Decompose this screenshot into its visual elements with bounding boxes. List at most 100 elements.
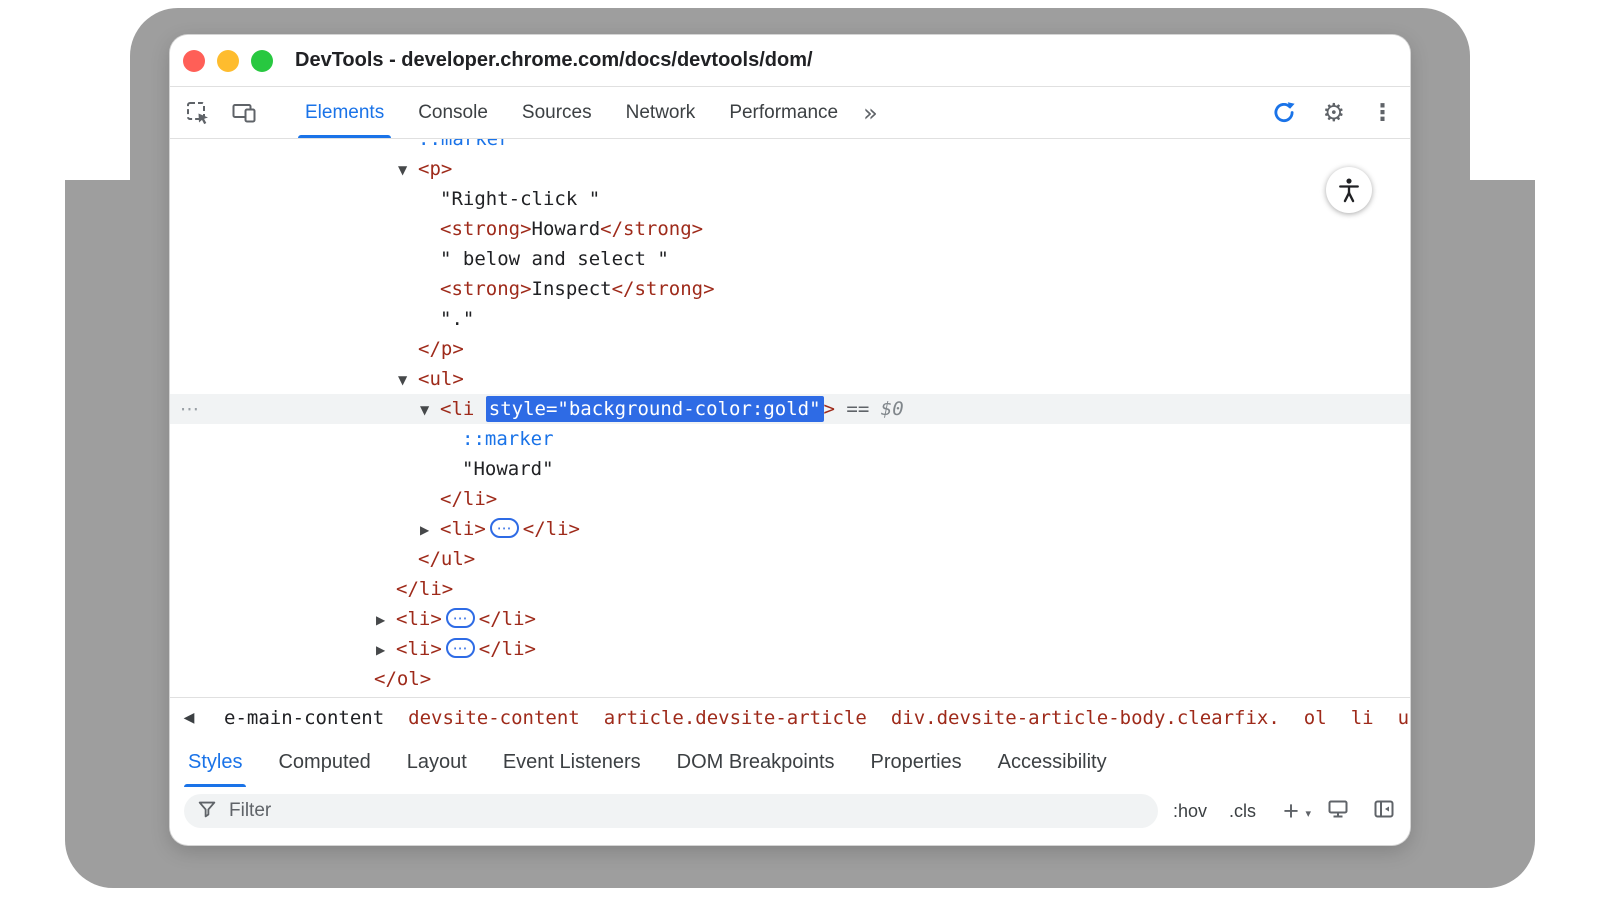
more-tabs-icon[interactable]: » bbox=[855, 87, 886, 138]
dom-tree-row[interactable]: </li> bbox=[170, 574, 1410, 604]
dom-tree-row[interactable]: " below and select " bbox=[170, 244, 1410, 274]
expand-arrow-icon[interactable]: ▶ bbox=[420, 515, 440, 545]
dom-tree-row-selected[interactable]: ⋯▼<li style="background-color:gold"> == … bbox=[170, 394, 1410, 424]
code-tag: </strong> bbox=[600, 218, 703, 240]
filter-bar-actions: :hov .cls + ▾ bbox=[1173, 797, 1396, 826]
code-text-node: " below and select " bbox=[440, 248, 669, 270]
dom-tree-row[interactable]: </ul> bbox=[170, 544, 1410, 574]
dom-tree-row[interactable]: ::marker bbox=[170, 139, 1410, 154]
dom-tree-row[interactable]: "Right-click " bbox=[170, 184, 1410, 214]
breadcrumb-item[interactable]: e-main-content bbox=[224, 707, 384, 729]
zoom-window-icon[interactable] bbox=[251, 50, 273, 72]
code-tag: </li> bbox=[479, 638, 536, 660]
inspect-element-icon[interactable] bbox=[185, 100, 211, 126]
dom-tree-row[interactable]: ▼<ul> bbox=[170, 364, 1410, 394]
dom-tree-row[interactable]: </p> bbox=[170, 334, 1410, 364]
breadcrumb-item[interactable]: devsite-content bbox=[408, 707, 580, 729]
code-space bbox=[474, 398, 485, 420]
code-text-node: "." bbox=[440, 308, 474, 330]
code-tag: </p> bbox=[418, 338, 464, 360]
code-pseudo-element: ::marker bbox=[462, 428, 554, 450]
dom-tree-row[interactable]: ▼<p> bbox=[170, 154, 1410, 184]
accessibility-person-icon bbox=[1335, 176, 1363, 204]
row-overflow-menu-icon[interactable]: ⋯ bbox=[180, 394, 199, 424]
minimize-window-icon[interactable] bbox=[217, 50, 239, 72]
tab-computed[interactable]: Computed bbox=[260, 737, 388, 787]
code-tag: </ol> bbox=[374, 668, 431, 690]
toolbar-right-icons: ⚙ ⋮ bbox=[1271, 87, 1394, 138]
settings-gear-icon[interactable]: ⚙ bbox=[1323, 98, 1345, 127]
close-window-icon[interactable] bbox=[183, 50, 205, 72]
devtools-window: DevTools - developer.chrome.com/docs/dev… bbox=[170, 35, 1410, 845]
tab-accessibility[interactable]: Accessibility bbox=[980, 737, 1125, 787]
panel-tabs: Elements Console Sources Network Perform… bbox=[288, 87, 886, 138]
breadcrumb: ◀ e-main-content devsite-content article… bbox=[170, 697, 1410, 739]
code-tag: <li> bbox=[396, 608, 442, 630]
collapse-arrow-icon[interactable]: ▼ bbox=[398, 155, 418, 185]
tab-console[interactable]: Console bbox=[401, 87, 505, 138]
dom-tree-row[interactable]: ▶<li>⋯</li> bbox=[170, 604, 1410, 634]
toggle-hover-state-button[interactable]: :hov bbox=[1173, 801, 1207, 822]
new-style-rule-button[interactable]: + ▾ bbox=[1278, 798, 1304, 824]
code-tag: </li> bbox=[523, 518, 580, 540]
dom-tree-row[interactable]: ▶<li>⋯</li> bbox=[170, 634, 1410, 664]
tab-properties[interactable]: Properties bbox=[853, 737, 980, 787]
breadcrumb-item[interactable]: article.devsite-article bbox=[604, 707, 867, 729]
breadcrumb-item[interactable]: ul bbox=[1398, 707, 1410, 729]
code-text-node: "Howard" bbox=[462, 458, 554, 480]
filter-input[interactable] bbox=[227, 799, 1146, 823]
breadcrumb-item[interactable]: ol bbox=[1304, 707, 1327, 729]
tab-layout[interactable]: Layout bbox=[389, 737, 485, 787]
breadcrumb-item[interactable]: li bbox=[1351, 707, 1374, 729]
code-text-node: "Right-click " bbox=[440, 188, 600, 210]
code-pseudo-element: ::marker bbox=[418, 139, 510, 150]
expand-arrow-icon[interactable]: ▶ bbox=[376, 635, 396, 665]
tab-event-listeners[interactable]: Event Listeners bbox=[485, 737, 659, 787]
code-tag: </ul> bbox=[418, 548, 475, 570]
devtools-toolbar: Elements Console Sources Network Perform… bbox=[170, 87, 1410, 139]
toggle-device-toolbar-icon[interactable] bbox=[231, 100, 257, 126]
code-tag: <li> bbox=[440, 518, 486, 540]
tab-elements[interactable]: Elements bbox=[288, 87, 401, 138]
accessibility-button[interactable] bbox=[1326, 167, 1372, 213]
expand-arrow-icon[interactable]: ▶ bbox=[376, 605, 396, 635]
toggle-classes-button[interactable]: .cls bbox=[1229, 801, 1256, 822]
code-space bbox=[869, 398, 880, 420]
dom-tree-row[interactable]: ▶<li>⋯</li> bbox=[170, 514, 1410, 544]
dom-tree-row[interactable]: </ol> bbox=[170, 664, 1410, 694]
dom-tree-row[interactable]: "Howard" bbox=[170, 454, 1410, 484]
refresh-badge-icon[interactable] bbox=[1271, 100, 1297, 126]
code-tag: > bbox=[824, 398, 835, 420]
tab-network[interactable]: Network bbox=[609, 87, 713, 138]
code-tag: </li> bbox=[396, 578, 453, 600]
expand-children-icon[interactable]: ⋯ bbox=[446, 638, 475, 658]
dom-tree-row[interactable]: <strong>Howard</strong> bbox=[170, 214, 1410, 244]
expand-children-icon[interactable]: ⋯ bbox=[446, 608, 475, 628]
window-title: DevTools - developer.chrome.com/docs/dev… bbox=[295, 35, 813, 86]
tab-performance[interactable]: Performance bbox=[712, 87, 855, 138]
dom-tree-row[interactable]: </li> bbox=[170, 484, 1410, 514]
code-attribute-selected[interactable]: style="background-color:gold" bbox=[486, 396, 824, 422]
toggle-sidebar-icon[interactable] bbox=[1372, 797, 1396, 826]
code-tag: </li> bbox=[479, 608, 536, 630]
collapse-arrow-icon[interactable]: ▼ bbox=[420, 395, 440, 425]
collapse-arrow-icon[interactable]: ▼ bbox=[398, 365, 418, 395]
breadcrumb-item[interactable]: div.devsite-article-body.clearfix. bbox=[891, 707, 1280, 729]
code-tag: <li bbox=[440, 398, 474, 420]
filter-field[interactable] bbox=[184, 794, 1158, 828]
breadcrumb-scroll-left-icon[interactable]: ◀ bbox=[178, 710, 200, 726]
dom-tree-row[interactable]: "." bbox=[170, 304, 1410, 334]
dom-tree-row[interactable]: ::marker bbox=[170, 424, 1410, 454]
tab-dom-breakpoints[interactable]: DOM Breakpoints bbox=[659, 737, 853, 787]
tab-styles[interactable]: Styles bbox=[170, 737, 260, 787]
filter-funnel-icon bbox=[196, 798, 218, 825]
rendering-display-icon[interactable] bbox=[1326, 797, 1350, 826]
expand-children-icon[interactable]: ⋯ bbox=[490, 518, 519, 538]
code-space bbox=[835, 398, 846, 420]
kebab-menu-icon[interactable]: ⋮ bbox=[1371, 100, 1394, 126]
styles-panel-tabs: Styles Computed Layout Event Listeners D… bbox=[170, 737, 1410, 788]
plus-icon: + bbox=[1283, 796, 1299, 826]
new-style-rule-dropdown-icon: ▾ bbox=[1305, 801, 1311, 827]
dom-tree-row[interactable]: <strong>Inspect</strong> bbox=[170, 274, 1410, 304]
tab-sources[interactable]: Sources bbox=[505, 87, 609, 138]
